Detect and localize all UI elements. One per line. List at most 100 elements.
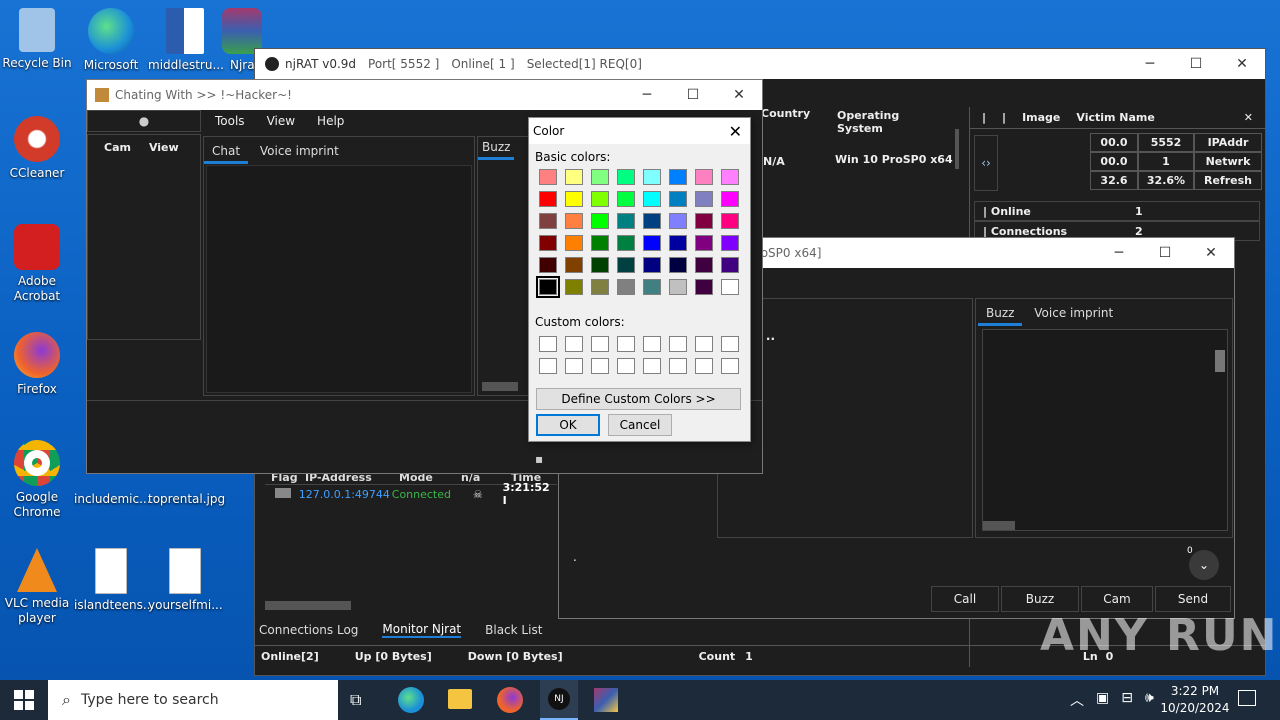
cam-menu[interactable]: Cam	[104, 141, 131, 154]
custom-color-swatch[interactable]	[643, 358, 661, 374]
color-swatch[interactable]	[591, 257, 609, 273]
vlc-desktop-icon[interactable]: VLC media player	[0, 548, 74, 626]
color-swatch[interactable]	[721, 169, 739, 185]
color-swatch[interactable]	[539, 235, 557, 251]
color-swatch[interactable]	[539, 213, 557, 229]
custom-color-swatch[interactable]	[695, 336, 713, 352]
maximize-button[interactable]: ☐	[1173, 49, 1219, 79]
color-swatch[interactable]	[643, 169, 661, 185]
custom-color-swatch[interactable]	[565, 336, 583, 352]
color-swatch[interactable]	[591, 279, 609, 295]
row-os[interactable]: Win 10 ProSP0 x64	[835, 153, 953, 166]
color-swatch[interactable]	[617, 169, 635, 185]
menu-help[interactable]: Help	[317, 114, 344, 128]
color-swatch[interactable]	[565, 235, 583, 251]
tab-buzz[interactable]: Buzz	[478, 137, 515, 160]
file-explorer-icon[interactable]	[448, 689, 472, 709]
color-swatch[interactable]	[695, 257, 713, 273]
color-swatch[interactable]	[565, 191, 583, 207]
col-os[interactable]: Operating System	[837, 109, 937, 135]
custom-color-swatch[interactable]	[617, 336, 635, 352]
custom-color-swatch[interactable]	[539, 336, 557, 352]
color-swatch[interactable]	[539, 257, 557, 273]
color-swatch[interactable]	[536, 276, 560, 298]
color-swatch[interactable]	[643, 257, 661, 273]
color-swatch[interactable]	[695, 279, 713, 295]
windows-start-icon[interactable]	[14, 690, 34, 710]
color-swatch[interactable]	[695, 191, 713, 207]
log-row[interactable]: 127.0.0.1:49744 Connected ☠ 3:21:52 I	[265, 481, 557, 507]
njrat-taskbar-button[interactable]: NJ	[540, 680, 578, 720]
tab-voice-imprint[interactable]: Voice imprint	[252, 141, 347, 161]
tab-chat[interactable]: Chat	[204, 141, 249, 164]
color-swatch[interactable]	[539, 169, 557, 185]
custom-color-swatch[interactable]	[669, 358, 687, 374]
custom-color-swatch[interactable]	[721, 358, 739, 374]
ipaddr-button[interactable]: IPAddr	[1194, 133, 1262, 152]
word-doc-desktop-icon[interactable]: middlestru...	[148, 8, 224, 73]
buzz-scrollbar[interactable]	[482, 382, 518, 391]
tab-monitor-njrat[interactable]: Monitor Njrat	[382, 622, 462, 638]
custom-color-swatch[interactable]	[721, 336, 739, 352]
color-swatch[interactable]	[669, 257, 687, 273]
color-swatch[interactable]	[643, 235, 661, 251]
custom-color-swatch[interactable]	[643, 336, 661, 352]
minimize-button[interactable]: ─	[1127, 49, 1173, 79]
col-country[interactable]: Country	[761, 107, 810, 120]
panel-close-icon[interactable]: ✕	[1244, 111, 1253, 124]
list-scrollbar[interactable]	[955, 129, 959, 169]
color-swatch[interactable]	[565, 279, 583, 295]
code-icon[interactable]: ‹›	[974, 135, 998, 191]
color-swatch[interactable]	[617, 213, 635, 229]
maximize-button[interactable]: ☐	[670, 80, 716, 110]
custom-color-swatch[interactable]	[591, 358, 609, 374]
ccleaner-desktop-icon[interactable]: CCleaner	[0, 116, 74, 181]
cancel-button[interactable]: Cancel	[608, 414, 672, 436]
scroll-down-icon[interactable]: ⌄	[1189, 550, 1219, 580]
color-swatch[interactable]	[695, 235, 713, 251]
color-swatch[interactable]	[669, 213, 687, 229]
ethernet-icon[interactable]: ⊟	[1121, 690, 1133, 710]
chat2-input[interactable]: .	[573, 550, 577, 564]
color-swatch[interactable]	[695, 169, 713, 185]
custom-color-swatch[interactable]	[591, 336, 609, 352]
color-swatch[interactable]	[617, 235, 635, 251]
custom-color-swatch[interactable]	[695, 358, 713, 374]
color-swatch[interactable]	[721, 279, 739, 295]
tab-buzz[interactable]: Buzz	[978, 303, 1023, 326]
log-scrollbar[interactable]	[265, 601, 351, 610]
ok-button[interactable]: OK	[536, 414, 600, 436]
edge-taskbar-icon[interactable]	[398, 687, 424, 713]
color-swatch[interactable]	[643, 191, 661, 207]
send-button[interactable]: Send	[1155, 586, 1231, 612]
close-button[interactable]: ✕	[1188, 238, 1234, 268]
color-swatch[interactable]	[591, 213, 609, 229]
color-swatch[interactable]	[591, 169, 609, 185]
chevron-up-icon[interactable]: ︿	[1070, 690, 1084, 710]
clock[interactable]: 3:22 PM 10/20/2024	[1160, 683, 1230, 717]
define-custom-colors-button[interactable]: Define Custom Colors >>	[536, 388, 741, 410]
custom-color-swatch[interactable]	[565, 358, 583, 374]
color-swatch[interactable]	[617, 279, 635, 295]
tab-voice-imprint[interactable]: Voice imprint	[1026, 303, 1121, 323]
color-swatch[interactable]	[669, 235, 687, 251]
color-swatch[interactable]	[617, 257, 635, 273]
taskbar-search[interactable]: ⌕ Type here to search	[48, 680, 338, 720]
edge-desktop-icon[interactable]: Microsoft Edge	[74, 8, 148, 73]
buzz-scrollbar[interactable]	[1215, 350, 1225, 372]
color-swatch[interactable]	[721, 191, 739, 207]
menu-view[interactable]: View	[267, 114, 295, 128]
color-swatch[interactable]	[591, 235, 609, 251]
color-swatch[interactable]	[617, 191, 635, 207]
task-view-icon[interactable]: ⧉	[350, 690, 361, 710]
yourselfmi-desktop-icon[interactable]: yourselfmi...	[148, 548, 223, 613]
custom-color-swatch[interactable]	[539, 358, 557, 374]
color-swatch[interactable]	[721, 213, 739, 229]
color-swatch[interactable]	[721, 235, 739, 251]
tab-connections-log[interactable]: Connections Log	[259, 623, 358, 637]
color-swatch[interactable]	[669, 169, 687, 185]
color-swatch[interactable]	[565, 169, 583, 185]
color-swatch[interactable]	[643, 213, 661, 229]
maximize-button[interactable]: ☐	[1142, 238, 1188, 268]
notification-icon[interactable]	[1238, 690, 1256, 706]
